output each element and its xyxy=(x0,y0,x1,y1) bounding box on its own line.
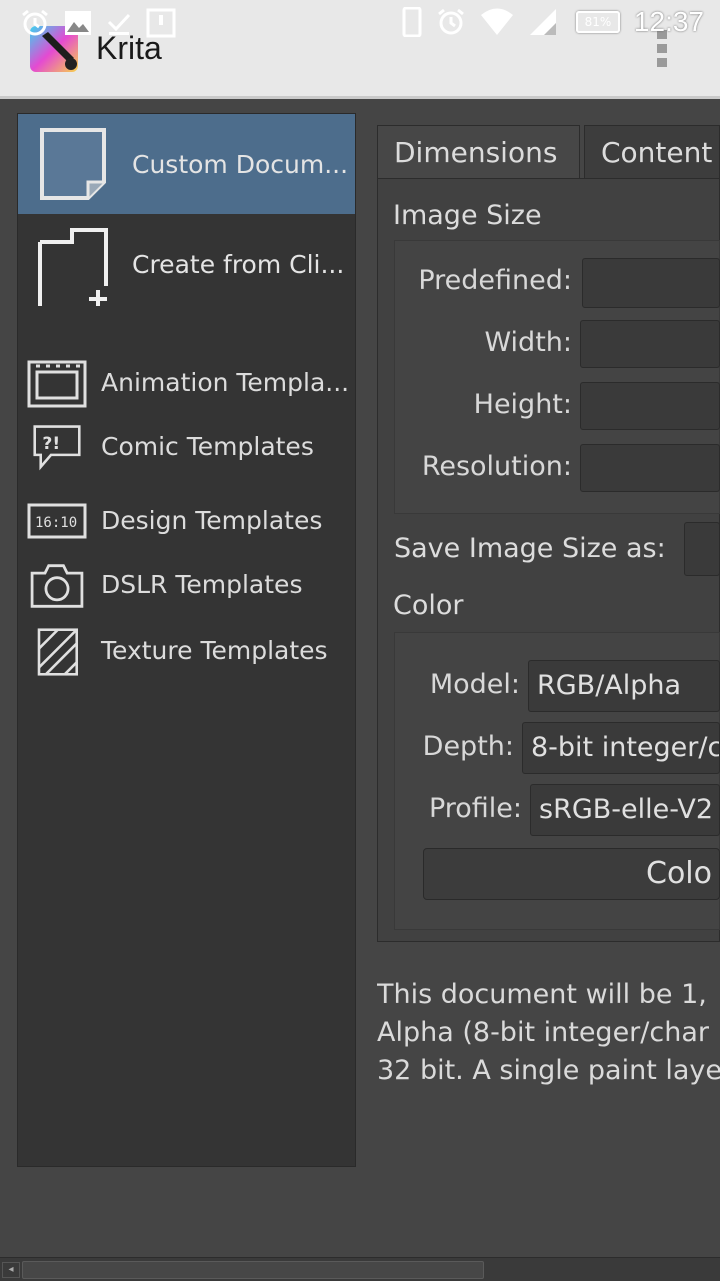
profile-select[interactable]: sRGB-elle-V2 xyxy=(530,784,720,836)
design-templates-label: Design Templates xyxy=(101,506,323,535)
tab-content-label: Content xyxy=(601,136,713,169)
tab-dimensions[interactable]: Dimensions xyxy=(377,125,580,179)
depth-select[interactable]: 8-bit integer/c xyxy=(522,722,720,774)
cell-signal-icon xyxy=(529,9,556,35)
color-space-browser-button[interactable]: Colo xyxy=(423,848,720,900)
document-summary: This document will be 1, Alpha (8-bit in… xyxy=(377,976,720,1090)
comic-templates-label: Comic Templates xyxy=(101,432,314,461)
scroll-left-arrow-icon[interactable]: ◂ xyxy=(2,1262,20,1278)
model-select[interactable]: RGB/Alpha xyxy=(528,660,720,712)
save-image-size-label: Save Image Size as: xyxy=(394,533,666,564)
image-icon xyxy=(65,11,91,35)
predefined-label: Predefined: xyxy=(418,265,572,296)
wifi-icon xyxy=(480,8,513,35)
resolution-input[interactable] xyxy=(580,444,720,492)
custom-document-item[interactable]: Custom Docum... xyxy=(18,114,355,214)
alarm-icon xyxy=(22,9,48,36)
status-clock: 12:37 xyxy=(633,6,704,37)
summary-line-3: 32 bit. A single paint laye xyxy=(377,1055,720,1086)
save-image-size-input[interactable] xyxy=(684,522,720,576)
resolution-label: Resolution: xyxy=(421,451,572,482)
dslr-templates-label: DSLR Templates xyxy=(101,570,303,599)
tab-content[interactable]: Content xyxy=(584,125,720,179)
comic-templates-item[interactable]: ?! Comic Templates xyxy=(18,424,355,484)
depth-label: Depth: xyxy=(422,731,514,762)
phone-icon xyxy=(402,7,422,37)
texture-templates-label: Texture Templates xyxy=(101,636,328,665)
template-list: Custom Docum... Create from Cli... Anima… xyxy=(17,113,356,1167)
svg-text:16:10: 16:10 xyxy=(35,515,77,531)
image-size-title: Image Size xyxy=(393,200,542,231)
width-input[interactable] xyxy=(580,320,720,368)
aspect-ratio-icon: 16:10 xyxy=(27,503,87,539)
width-label: Width: xyxy=(484,327,572,358)
scrollbar-handle[interactable] xyxy=(22,1261,484,1279)
dslr-templates-item[interactable]: DSLR Templates xyxy=(18,562,355,622)
notification-box-icon xyxy=(146,8,176,38)
svg-text:?!: ?! xyxy=(42,434,60,454)
camera-icon xyxy=(30,564,84,608)
color-button-label: Colo xyxy=(646,856,712,891)
comic-speech-icon: ?! xyxy=(33,425,81,471)
battery-indicator: 81% xyxy=(575,11,620,33)
check-icon xyxy=(107,13,131,35)
create-from-clipboard-label: Create from Cli... xyxy=(132,249,345,279)
texture-templates-item[interactable]: Texture Templates xyxy=(18,628,355,688)
profile-label: Profile: xyxy=(428,793,522,824)
height-input[interactable] xyxy=(580,382,720,430)
texture-icon xyxy=(37,628,78,676)
summary-line-1: This document will be 1, xyxy=(377,979,707,1010)
height-label: Height: xyxy=(473,389,572,420)
animation-template-icon xyxy=(27,360,87,408)
summary-line-2: Alpha (8-bit integer/char xyxy=(377,1017,709,1048)
create-from-clipboard-item[interactable]: Create from Cli... xyxy=(18,214,355,314)
clipboard-new-icon xyxy=(38,228,108,306)
color-title: Color xyxy=(393,590,464,621)
status-bar: 81% 12:37 xyxy=(0,0,720,48)
horizontal-scrollbar[interactable]: ◂ xyxy=(0,1257,720,1281)
animation-templates-label: Animation Templa... xyxy=(101,368,350,397)
alarm-status-icon xyxy=(437,8,464,35)
animation-templates-item[interactable]: Animation Templa... xyxy=(18,360,355,420)
tab-dimensions-label: Dimensions xyxy=(394,136,558,169)
custom-document-label: Custom Docum... xyxy=(132,149,349,179)
design-templates-item[interactable]: 16:10 Design Templates xyxy=(18,498,355,558)
predefined-select[interactable] xyxy=(582,258,720,308)
model-label: Model: xyxy=(429,669,520,700)
blank-document-icon xyxy=(40,128,106,200)
